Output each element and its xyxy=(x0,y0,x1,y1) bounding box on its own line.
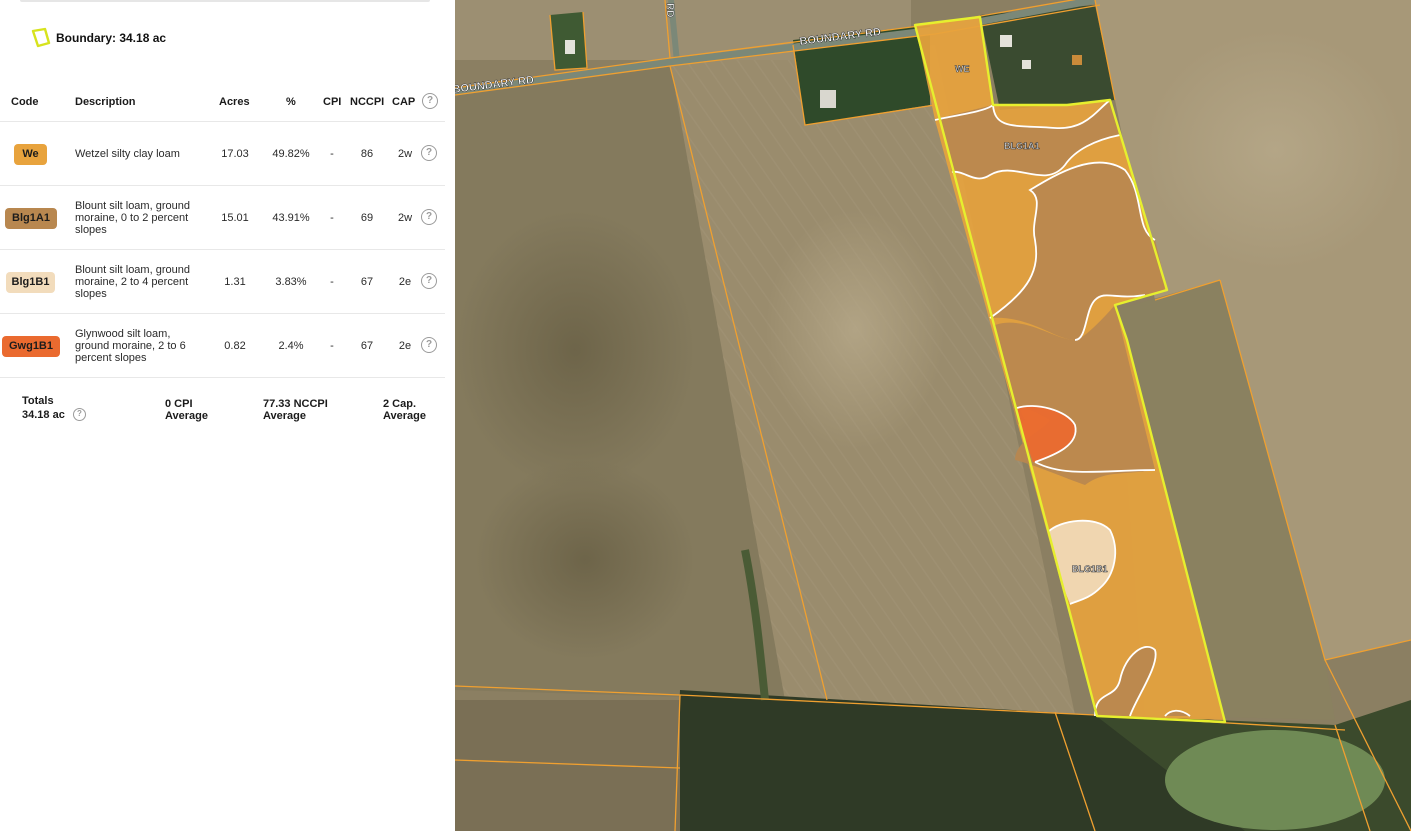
description-line: moraine, 2 to 4 percent xyxy=(75,276,189,288)
soil-code-badge: Blg1B1 xyxy=(6,272,55,293)
percent-value: 43.91% xyxy=(272,212,310,224)
cpi-value: - xyxy=(330,212,334,224)
boundary-label: Boundary: 34.18 ac xyxy=(56,31,167,45)
col-nccpi: NCCPI xyxy=(350,96,385,108)
acres-value: 0.82 xyxy=(224,340,246,352)
cap-value: 2w xyxy=(397,212,413,224)
totals-cap: 2 Cap. Average xyxy=(383,398,426,422)
boundary-summary: Boundary: 34.18 ac xyxy=(30,26,166,50)
totals-cpi: 0 CPI Average xyxy=(165,398,208,422)
satellite-map[interactable]: BOUNDARY RD BOUNDARY RD RD WE BLG1A1 BLG… xyxy=(455,0,1411,831)
nccpi-value: 67 xyxy=(360,340,374,352)
cpi-value: - xyxy=(330,340,334,352)
description-line: slopes xyxy=(75,224,107,236)
cpi-average-caption: Average xyxy=(165,410,209,422)
dark-soil-patch xyxy=(475,460,695,660)
acres-value: 15.01 xyxy=(221,212,249,224)
building xyxy=(1022,60,1031,69)
zone-label-blg1a1: BLG1A1 xyxy=(1004,141,1040,151)
field-southwest xyxy=(455,700,680,831)
description-line: Wetzel silty clay loam xyxy=(75,148,180,160)
acres-value: 17.03 xyxy=(221,148,249,160)
soil-row-blg1a1[interactable]: Blg1A1 Blount silt loam, ground moraine,… xyxy=(0,186,445,250)
soil-description: Wetzel silty clay loam xyxy=(75,148,205,160)
soil-report-panel: Boundary: 34.18 ac Code Description Acre… xyxy=(0,0,455,831)
soil-table-header: Code Description Acres % CPI NCCPI CAP ? xyxy=(0,92,445,122)
soil-code-badge: We xyxy=(14,144,47,165)
soil-row-we[interactable]: We Wetzel silty clay loam 17.03 49.82% -… xyxy=(0,122,445,186)
nccpi-average-value: 77.33 NCCPI xyxy=(263,398,328,410)
description-line: ground moraine, 2 to 6 xyxy=(75,340,186,352)
soil-code-badge: Blg1A1 xyxy=(5,208,57,229)
description-line: Glynwood silt loam, xyxy=(75,328,171,340)
row-help-icon[interactable]: ? xyxy=(421,209,437,225)
soil-code-badge: Gwg1B1 xyxy=(2,336,60,357)
light-soil-patch xyxy=(1145,30,1405,270)
boundary-polygon-icon xyxy=(31,27,51,48)
nccpi-value: 67 xyxy=(360,276,374,288)
col-cpi: CPI xyxy=(323,96,342,108)
nccpi-value: 69 xyxy=(360,212,374,224)
building xyxy=(1072,55,1082,65)
nccpi-average-caption: Average xyxy=(263,410,307,422)
totals-label: Totals xyxy=(22,395,54,407)
description-line: Blount silt loam, ground xyxy=(75,200,190,212)
soil-description: Blount silt loam, ground moraine, 2 to 4… xyxy=(75,264,205,300)
cap-average-caption: Average xyxy=(383,410,427,422)
building xyxy=(565,40,575,54)
nccpi-value: 86 xyxy=(360,148,374,160)
cpi-value: - xyxy=(330,276,334,288)
cap-value: 2e xyxy=(398,340,412,352)
col-code: Code xyxy=(11,96,39,108)
col-percent: % xyxy=(286,96,296,108)
light-soil-patch xyxy=(765,210,945,450)
description-line: Blount silt loam, ground xyxy=(75,264,190,276)
totals-nccpi: 77.33 NCCPI Average xyxy=(263,398,328,422)
description-line: percent slopes xyxy=(75,352,147,364)
percent-value: 49.82% xyxy=(272,148,310,160)
totals-row: Totals 34.18 ac ? 0 CPI Average 77.33 NC… xyxy=(0,390,445,430)
clearing xyxy=(1165,730,1385,830)
row-help-icon[interactable]: ? xyxy=(421,337,437,353)
cpi-value: - xyxy=(330,148,334,160)
soil-description: Blount silt loam, ground moraine, 0 to 2… xyxy=(75,200,205,236)
row-help-icon[interactable]: ? xyxy=(421,273,437,289)
acres-value: 1.31 xyxy=(224,276,246,288)
soil-description: Glynwood silt loam, ground moraine, 2 to… xyxy=(75,328,205,364)
description-line: moraine, 0 to 2 percent xyxy=(75,212,189,224)
percent-value: 2.4% xyxy=(278,340,304,352)
percent-value: 3.83% xyxy=(275,276,307,288)
col-cap: CAP xyxy=(392,96,416,108)
totals-acres: 34.18 ac xyxy=(22,409,65,421)
cap-value: 2e xyxy=(398,276,412,288)
building xyxy=(1000,35,1012,47)
col-description: Description xyxy=(75,96,136,108)
map-canvas[interactable]: BOUNDARY RD BOUNDARY RD RD WE BLG1A1 BLG… xyxy=(455,0,1411,831)
row-help-icon[interactable]: ? xyxy=(421,145,437,161)
cap-value: 2w xyxy=(397,148,413,160)
zone-label-we: WE xyxy=(955,64,970,74)
dark-soil-patch xyxy=(455,210,695,490)
building xyxy=(820,90,836,108)
soil-row-gwg1b1[interactable]: Gwg1B1 Glynwood silt loam, ground morain… xyxy=(0,314,445,378)
totals-help-icon[interactable]: ? xyxy=(73,408,86,421)
zone-label-blg1b1: BLG1B1 xyxy=(1072,564,1108,574)
panel-top-divider xyxy=(20,0,430,2)
road-label-vertical: RD xyxy=(664,3,675,17)
col-acres: Acres xyxy=(219,96,250,108)
cpi-average-value: 0 CPI xyxy=(165,398,193,410)
description-line: slopes xyxy=(75,288,107,300)
cap-help-icon[interactable]: ? xyxy=(422,93,438,109)
soil-row-blg1b1[interactable]: Blg1B1 Blount silt loam, ground moraine,… xyxy=(0,250,445,314)
cap-average-value: 2 Cap. xyxy=(383,398,417,410)
